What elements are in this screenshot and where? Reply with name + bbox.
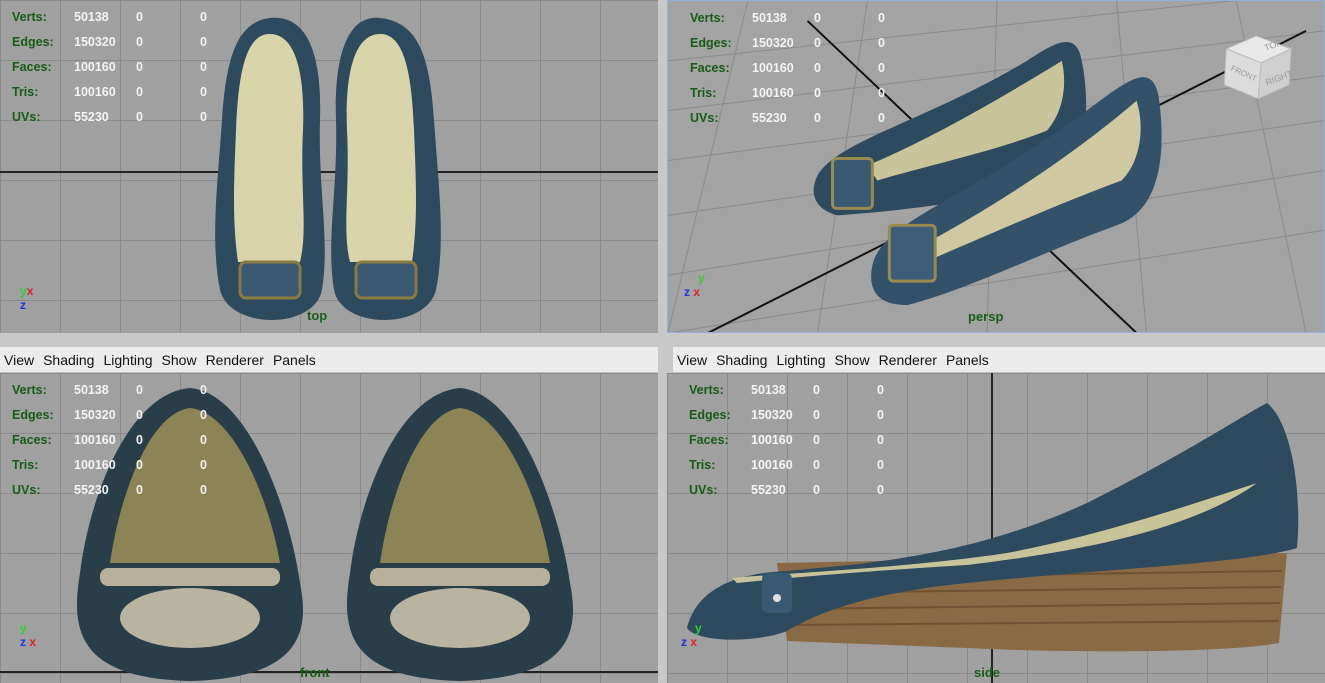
camera-name: persp: [968, 309, 1004, 324]
menu-show[interactable]: Show: [835, 352, 870, 368]
menu-panels[interactable]: Panels: [946, 352, 989, 368]
menu-shading[interactable]: Shading: [716, 352, 767, 368]
menu-shading[interactable]: Shading: [43, 352, 94, 368]
menu-panels[interactable]: Panels: [273, 352, 316, 368]
viewport-persp[interactable]: TOP FRONT RIGHT Verts: 50138 0 0 Edges: 1503…: [667, 0, 1325, 333]
viewport-top[interactable]: Verts: 50138 0 0 Edges: 150320 0 0 Faces: 10016…: [0, 0, 658, 333]
menu-view[interactable]: View: [677, 352, 707, 368]
panel-menubar: View Shading Lighting Show Renderer Pane…: [673, 347, 1325, 373]
poly-stats: Verts: 50138 0 0 Edges: 150320 0 0 Faces: 10016…: [12, 9, 207, 124]
camera-name: top: [307, 308, 328, 323]
poly-stats: Verts: 50138 0 0 Edges: 150320 0 0 Faces: 10016…: [12, 382, 207, 497]
menu-lighting[interactable]: Lighting: [776, 352, 825, 368]
menu-lighting[interactable]: Lighting: [103, 352, 152, 368]
menu-renderer[interactable]: Renderer: [206, 352, 264, 368]
axis-gizmo: yz x: [681, 621, 702, 649]
axis-gizmo: yz x: [684, 271, 705, 299]
panel-menubar: View Shading Lighting Show Renderer Pane…: [0, 347, 658, 373]
menu-view[interactable]: View: [4, 352, 34, 368]
poly-stats: Verts: 50138 0 0 Edges: 150320 0 0 Faces: 10016…: [689, 382, 884, 497]
poly-stats: Verts: 50138 0 0 Edges: 150320 0 0 Faces: 10016…: [690, 10, 885, 125]
viewport-side[interactable]: Verts: 50138 0 0 Edges: 150320 0 0 Faces: 10016…: [667, 373, 1325, 683]
axis-gizmo: yz x: [20, 621, 37, 649]
menu-show[interactable]: Show: [162, 352, 197, 368]
viewport-front[interactable]: Verts: 50138 0 0 Edges: 150320 0 0 Faces: 10016…: [0, 373, 658, 683]
camera-name: side: [974, 665, 1001, 680]
camera-name: front: [300, 665, 330, 680]
axis-gizmo: yx z: [20, 284, 34, 312]
right-shoe-top: [331, 17, 441, 321]
right-shoe-front: [347, 388, 573, 681]
menu-renderer[interactable]: Renderer: [879, 352, 937, 368]
